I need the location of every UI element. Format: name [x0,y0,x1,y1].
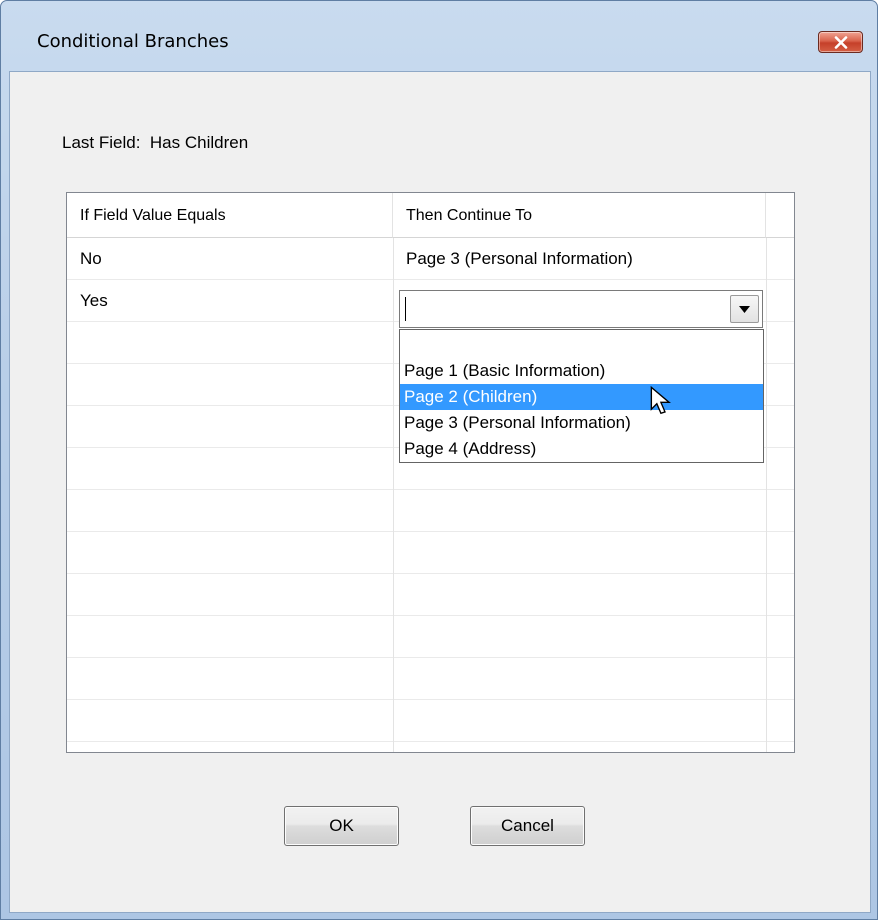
mouse-cursor-icon [650,386,671,415]
close-button[interactable] [818,31,863,53]
dropdown-option-page-2[interactable]: Page 2 (Children) [400,384,763,410]
table-row[interactable] [67,700,794,742]
table-row[interactable] [67,532,794,574]
window-title: Conditional Branches [37,31,229,52]
table-row[interactable] [67,574,794,616]
text-caret [405,297,406,321]
last-field-row: Last Field: Has Children [62,133,248,153]
dropdown-option-blank[interactable] [400,332,763,358]
title-bar[interactable]: Conditional Branches [1,1,877,53]
column-divider [766,238,767,752]
dropdown-option-page-4[interactable]: Page 4 (Address) [400,436,763,462]
table-row[interactable] [67,490,794,532]
field-value-cell[interactable]: No [67,238,393,280]
ok-button[interactable]: OK [284,806,399,846]
combobox-dropdown-list[interactable]: Page 1 (Basic Information) Page 2 (Child… [399,329,764,463]
column-divider [393,238,394,752]
dropdown-option-page-1[interactable]: Page 1 (Basic Information) [400,358,763,384]
table-row[interactable] [67,616,794,658]
dropdown-arrow-icon [739,306,750,313]
column-header-continue-to[interactable]: Then Continue To [393,193,766,238]
last-field-value: Has Children [149,133,249,152]
table-row[interactable]: No Page 3 (Personal Information) [67,238,794,280]
last-field-label: Last Field: [62,133,141,152]
dropdown-button[interactable] [730,295,759,323]
branches-grid[interactable]: If Field Value Equals Then Continue To N… [66,192,795,753]
column-header-field-value[interactable]: If Field Value Equals [67,193,393,238]
close-icon [834,36,848,49]
field-value-cell[interactable]: Yes [67,280,393,322]
dropdown-option-page-3[interactable]: Page 3 (Personal Information) [400,410,763,436]
continue-to-combobox[interactable] [399,290,763,328]
table-row[interactable] [67,658,794,700]
column-header-filler [766,193,794,238]
cancel-button[interactable]: Cancel [470,806,585,846]
continue-to-cell[interactable]: Page 3 (Personal Information) [393,238,766,280]
